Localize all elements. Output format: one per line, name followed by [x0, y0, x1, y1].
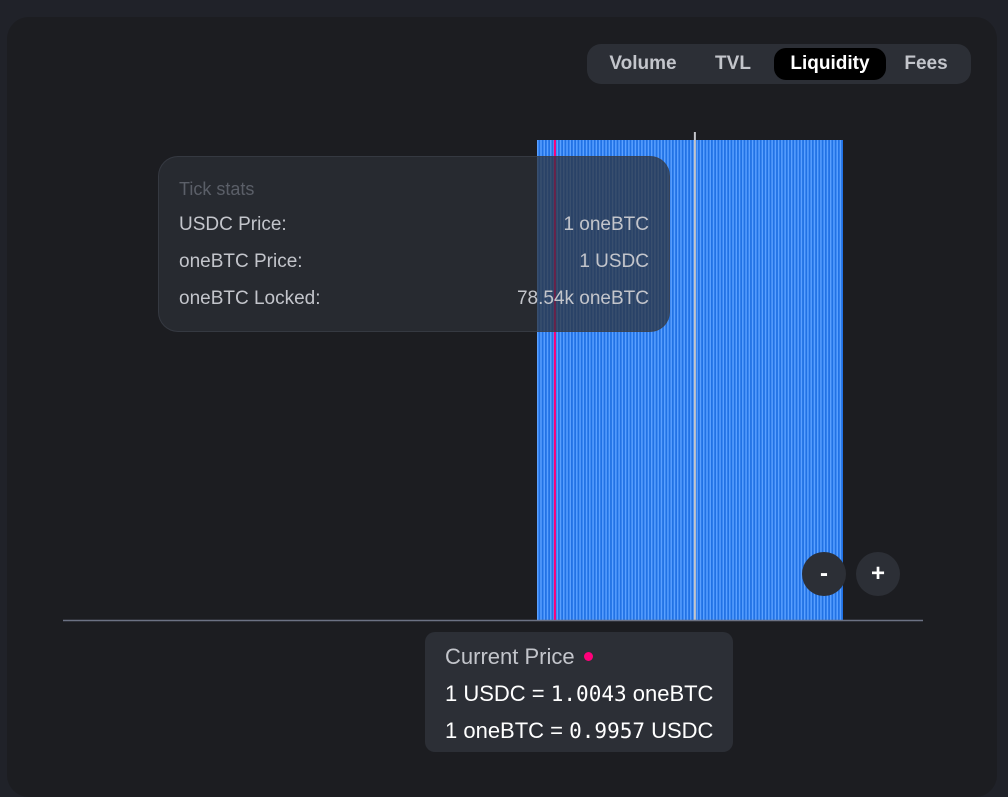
tick-stats-row-onebtc-price: oneBTC Price: 1 USDC [179, 251, 649, 275]
current-price-dot-icon [583, 651, 593, 661]
tick-stats-value: 78.54k oneBTC [516, 288, 649, 309]
usdc-rate-value: 1.0043 [550, 682, 627, 706]
tick-stats-row-usdc-price: USDC Price: 1 oneBTC [179, 214, 649, 238]
current-price-title: Current Price [445, 644, 593, 670]
usdc-rate-suffix: oneBTC [626, 681, 714, 706]
usdc-rate-prefix: 1 USDC = [445, 681, 551, 706]
tick-stats-title: Tick stats [179, 179, 255, 199]
tab-tvl[interactable]: TVL [697, 48, 769, 80]
current-price-tooltip: Current Price 1 USDC = 1.0043 oneBTC 1 o… [425, 632, 733, 752]
zoom-out-button[interactable]: - [802, 552, 846, 596]
current-price-onebtc-line: 1 oneBTC = 0.9957 USDC [445, 718, 713, 744]
onebtc-rate-value: 0.9957 [569, 719, 645, 743]
tab-fees[interactable]: Fees [891, 48, 961, 80]
chart-type-tabs: Volume TVL Liquidity Fees [587, 44, 971, 84]
tick-stats-label: oneBTC Price: [179, 251, 303, 272]
tick-stats-tooltip: Tick stats USDC Price: 1 oneBTC oneBTC P… [158, 156, 670, 332]
tab-volume[interactable]: Volume [597, 48, 689, 80]
tab-liquidity[interactable]: Liquidity [774, 48, 886, 80]
tick-stats-row-onebtc-locked: oneBTC Locked: 78.54k oneBTC [179, 288, 649, 312]
onebtc-rate-suffix: USDC [645, 718, 714, 743]
current-price-usdc-line: 1 USDC = 1.0043 oneBTC [445, 681, 713, 707]
tick-stats-label: USDC Price: [179, 214, 287, 235]
onebtc-rate-prefix: 1 oneBTC = [445, 718, 570, 743]
tick-stats-value: 1 oneBTC [563, 214, 649, 235]
current-price-title-text: Current Price [445, 644, 575, 669]
tick-stats-label: oneBTC Locked: [179, 288, 321, 309]
tick-stats-value: 1 USDC [579, 251, 649, 272]
zoom-in-button[interactable]: + [856, 552, 900, 596]
